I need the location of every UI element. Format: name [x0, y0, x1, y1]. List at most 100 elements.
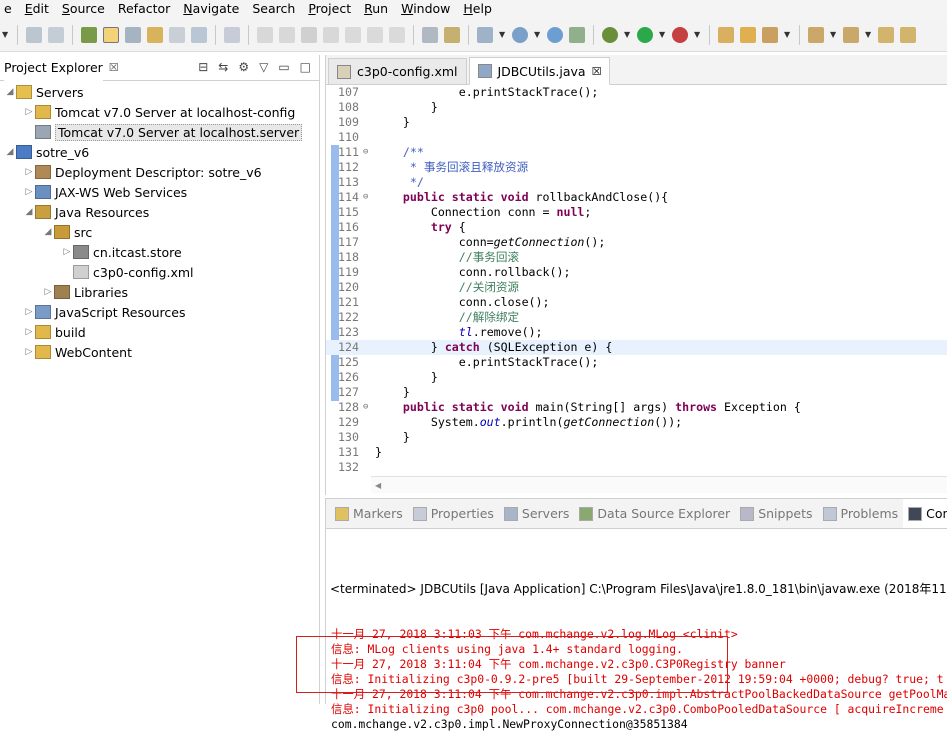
close-icon[interactable]: ☒ [109, 61, 119, 74]
tree-item[interactable]: ◢ sotre_v6 [0, 142, 319, 162]
code-line[interactable]: 107 e.printStackTrace(); [326, 85, 947, 100]
menu-item[interactable]: Refactor [114, 0, 179, 18]
tree-item[interactable]: ◢ Servers [0, 82, 319, 102]
bottom-tab[interactable]: Properties [408, 499, 499, 528]
suspend-icon[interactable] [279, 26, 295, 43]
maximize-icon[interactable]: □ [300, 60, 311, 74]
code-line[interactable]: 112 * 事务回滚且释放资源 [326, 160, 947, 175]
new-dropdown-icon[interactable] [2, 27, 9, 43]
tree-item[interactable]: ▷ WebContent [0, 342, 319, 362]
external-run-icon[interactable] [672, 26, 688, 43]
refactor-icon[interactable] [444, 26, 460, 43]
tree-item[interactable]: ▷ Libraries [0, 282, 319, 302]
save-all-icon[interactable] [48, 26, 64, 43]
collapsed-arrow-icon[interactable]: ▷ [42, 287, 54, 297]
view-menu-icon[interactable]: ▽ [259, 60, 268, 74]
code-line[interactable]: 130 } [326, 430, 947, 445]
forward-icon[interactable] [900, 26, 916, 43]
code-area[interactable]: 107 e.printStackTrace(); 108 } 109 } 110 111… [326, 85, 947, 475]
menu-item[interactable]: e [0, 0, 21, 18]
collapsed-arrow-icon[interactable]: ▷ [23, 347, 35, 357]
chevron-down-icon[interactable] [499, 27, 506, 43]
terminate-icon[interactable] [301, 26, 317, 43]
code-line[interactable]: 110 [326, 130, 947, 145]
collapsed-arrow-icon[interactable]: ▷ [61, 247, 73, 257]
editor-tab[interactable]: JDBCUtils.java ☒ [468, 57, 611, 85]
code-line[interactable]: 127 } [326, 385, 947, 400]
show-whitespace-icon[interactable] [191, 26, 207, 43]
menu-item[interactable]: Search [248, 0, 304, 18]
tree-item[interactable]: c3p0-config.xml [0, 262, 319, 282]
collapsed-arrow-icon[interactable]: ▷ [23, 167, 35, 177]
open-type-icon[interactable] [147, 26, 163, 43]
code-line[interactable]: 129 System.out.println(getConnection()); [326, 415, 947, 430]
globe-icon[interactable] [547, 26, 563, 43]
step-return-icon[interactable] [389, 26, 405, 43]
bottom-tab[interactable]: Data Source Explorer [574, 499, 735, 528]
expanded-arrow-icon[interactable]: ◢ [23, 207, 35, 217]
run-icon[interactable] [637, 26, 653, 43]
code-line[interactable]: 118 //事务回滚 [326, 250, 947, 265]
menu-item[interactable]: Source [58, 0, 114, 18]
mark-occurrences-icon[interactable] [125, 26, 141, 43]
tree-item[interactable]: ▷ cn.itcast.store [0, 242, 319, 262]
tree-item[interactable]: ◢ Java Resources [0, 202, 319, 222]
tree-item[interactable]: Tomcat v7.0 Server at localhost.server [0, 122, 319, 142]
code-line[interactable]: 109 } [326, 115, 947, 130]
tree-item[interactable]: ▷ Tomcat v7.0 Server at localhost-config [0, 102, 319, 122]
chevron-down-icon[interactable] [784, 27, 791, 43]
fold-toggle-icon[interactable]: ⊖ [363, 190, 368, 205]
code-line[interactable]: 115 Connection conn = null; [326, 205, 947, 220]
highlight-icon[interactable] [103, 26, 119, 43]
link-editor-icon[interactable]: ⇆ [218, 60, 228, 74]
bottom-tab[interactable]: Console [903, 499, 947, 528]
disconnect-icon[interactable] [323, 26, 339, 43]
code-line[interactable]: 122 //解除绑定 [326, 310, 947, 325]
bottom-tab[interactable]: Servers [499, 499, 575, 528]
debug-icon[interactable] [602, 26, 618, 43]
editor-tab[interactable]: c3p0-config.xml [328, 58, 467, 84]
step-over-icon[interactable] [367, 26, 383, 43]
code-line[interactable]: 131} [326, 445, 947, 460]
code-line[interactable]: 119 conn.rollback(); [326, 265, 947, 280]
open-project-icon[interactable] [718, 26, 734, 43]
code-line[interactable]: 124 } catch (SQLException e) { [326, 340, 947, 355]
menu-item[interactable]: Edit [21, 0, 58, 18]
menu-item[interactable]: Project [304, 0, 360, 18]
new-wizard-icon[interactable] [512, 26, 528, 43]
horizontal-scrollbar[interactable]: ◀ [371, 476, 947, 493]
chevron-down-icon[interactable] [865, 27, 872, 43]
expanded-arrow-icon[interactable]: ◢ [42, 227, 54, 237]
menu-item[interactable]: Window [397, 0, 459, 18]
menu-item[interactable]: Run [360, 0, 397, 18]
tree-item[interactable]: ▷ build [0, 322, 319, 342]
project-explorer-tab[interactable]: Project Explorer ☒ ⊟ ⇆ ⚙ ▽ ▭ □ [0, 54, 319, 81]
filter-icon[interactable]: ⚙ [238, 60, 249, 74]
resume-icon[interactable] [257, 26, 273, 43]
save-icon[interactable] [26, 26, 42, 43]
toggle-block-icon[interactable] [169, 26, 185, 43]
tree-item[interactable]: ▷ JavaScript Resources [0, 302, 319, 322]
collapse-all-icon[interactable]: ⊟ [198, 60, 208, 74]
chevron-down-icon[interactable] [659, 27, 666, 43]
chevron-down-icon[interactable] [534, 27, 541, 43]
step-into-icon[interactable] [345, 26, 361, 43]
fold-toggle-icon[interactable]: ⊖ [363, 145, 368, 160]
collapsed-arrow-icon[interactable]: ▷ [23, 307, 35, 317]
skip-breakpoints-icon[interactable] [81, 26, 97, 43]
menu-item[interactable]: Help [459, 0, 501, 18]
code-line[interactable]: 128 ⊖ public static void main(String[] ar… [326, 400, 947, 415]
code-line[interactable]: 123 tl.remove(); [326, 325, 947, 340]
bottom-tab[interactable]: Problems [818, 499, 904, 528]
bottom-tab[interactable]: Markers [330, 499, 408, 528]
collapsed-arrow-icon[interactable]: ▷ [23, 107, 35, 117]
code-line[interactable]: 126 } [326, 370, 947, 385]
code-line[interactable]: 114 ⊖ public static void rollbackAndClose… [326, 190, 947, 205]
code-line[interactable]: 117 conn=getConnection(); [326, 235, 947, 250]
code-line[interactable]: 132 [326, 460, 947, 475]
expanded-arrow-icon[interactable]: ◢ [4, 147, 16, 157]
pin-icon[interactable] [762, 26, 778, 43]
code-line[interactable]: 116 try { [326, 220, 947, 235]
code-line[interactable]: 108 } [326, 100, 947, 115]
close-icon[interactable]: ☒ [592, 65, 602, 78]
